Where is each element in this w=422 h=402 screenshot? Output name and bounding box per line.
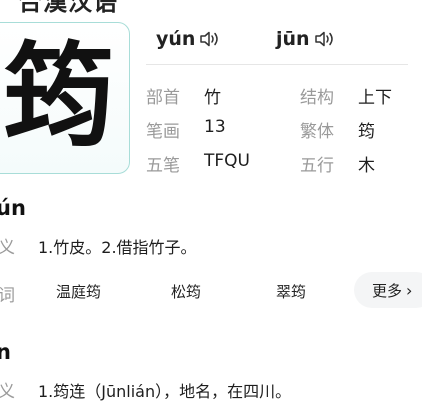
radical-value: 竹 [204, 88, 221, 108]
section-heading-yun: ún [0, 196, 26, 220]
definition-label: 义 [0, 238, 15, 258]
practice-button[interactable]: 练 [71, 173, 115, 174]
practice-label: 练 [93, 174, 106, 175]
divider [146, 64, 408, 65]
traditional-label: 繁体 [300, 122, 334, 142]
word-chip[interactable]: 松筠 [171, 281, 201, 302]
more-label: 更多 [372, 281, 403, 300]
definition-text: 1.筠连（Jūnlián），地名，在四川。 [38, 382, 292, 401]
page-title: 合漢汉语 [18, 0, 118, 16]
traditional-value: 筠 [358, 122, 375, 142]
pronunciation-yun[interactable]: yún [156, 28, 221, 50]
element-label: 五行 [300, 156, 334, 176]
character-glyph: 筠 [3, 31, 115, 162]
definition-label: 义 [0, 382, 15, 402]
word-chip[interactable]: 温庭筠 [56, 281, 101, 302]
more-words-button[interactable]: 更多 › [354, 272, 422, 308]
section-heading-jun: n [0, 340, 11, 364]
words-label: 词 [0, 286, 15, 306]
element-value: 木 [358, 156, 375, 176]
structure-value: 上下 [358, 88, 392, 108]
character-card: 筠 练 [0, 22, 130, 174]
definition-text: 1.竹皮。2.借指竹子。 [38, 238, 197, 257]
strokes-label: 笔画 [146, 122, 180, 142]
wubi-label: 五笔 [146, 156, 180, 176]
structure-label: 结构 [300, 88, 334, 108]
pronunciation-jun[interactable]: jūn [276, 28, 336, 50]
strokes-value: 13 [204, 117, 226, 137]
pinyin-text: yún [156, 28, 196, 50]
speaker-icon[interactable] [199, 30, 221, 48]
word-chip[interactable]: 翠筠 [276, 281, 306, 302]
chevron-right-icon: › [406, 280, 413, 300]
speaker-icon[interactable] [314, 30, 336, 48]
radical-label: 部首 [146, 88, 180, 108]
wubi-value: TFQU [204, 151, 250, 171]
pinyin-text: jūn [276, 28, 310, 50]
